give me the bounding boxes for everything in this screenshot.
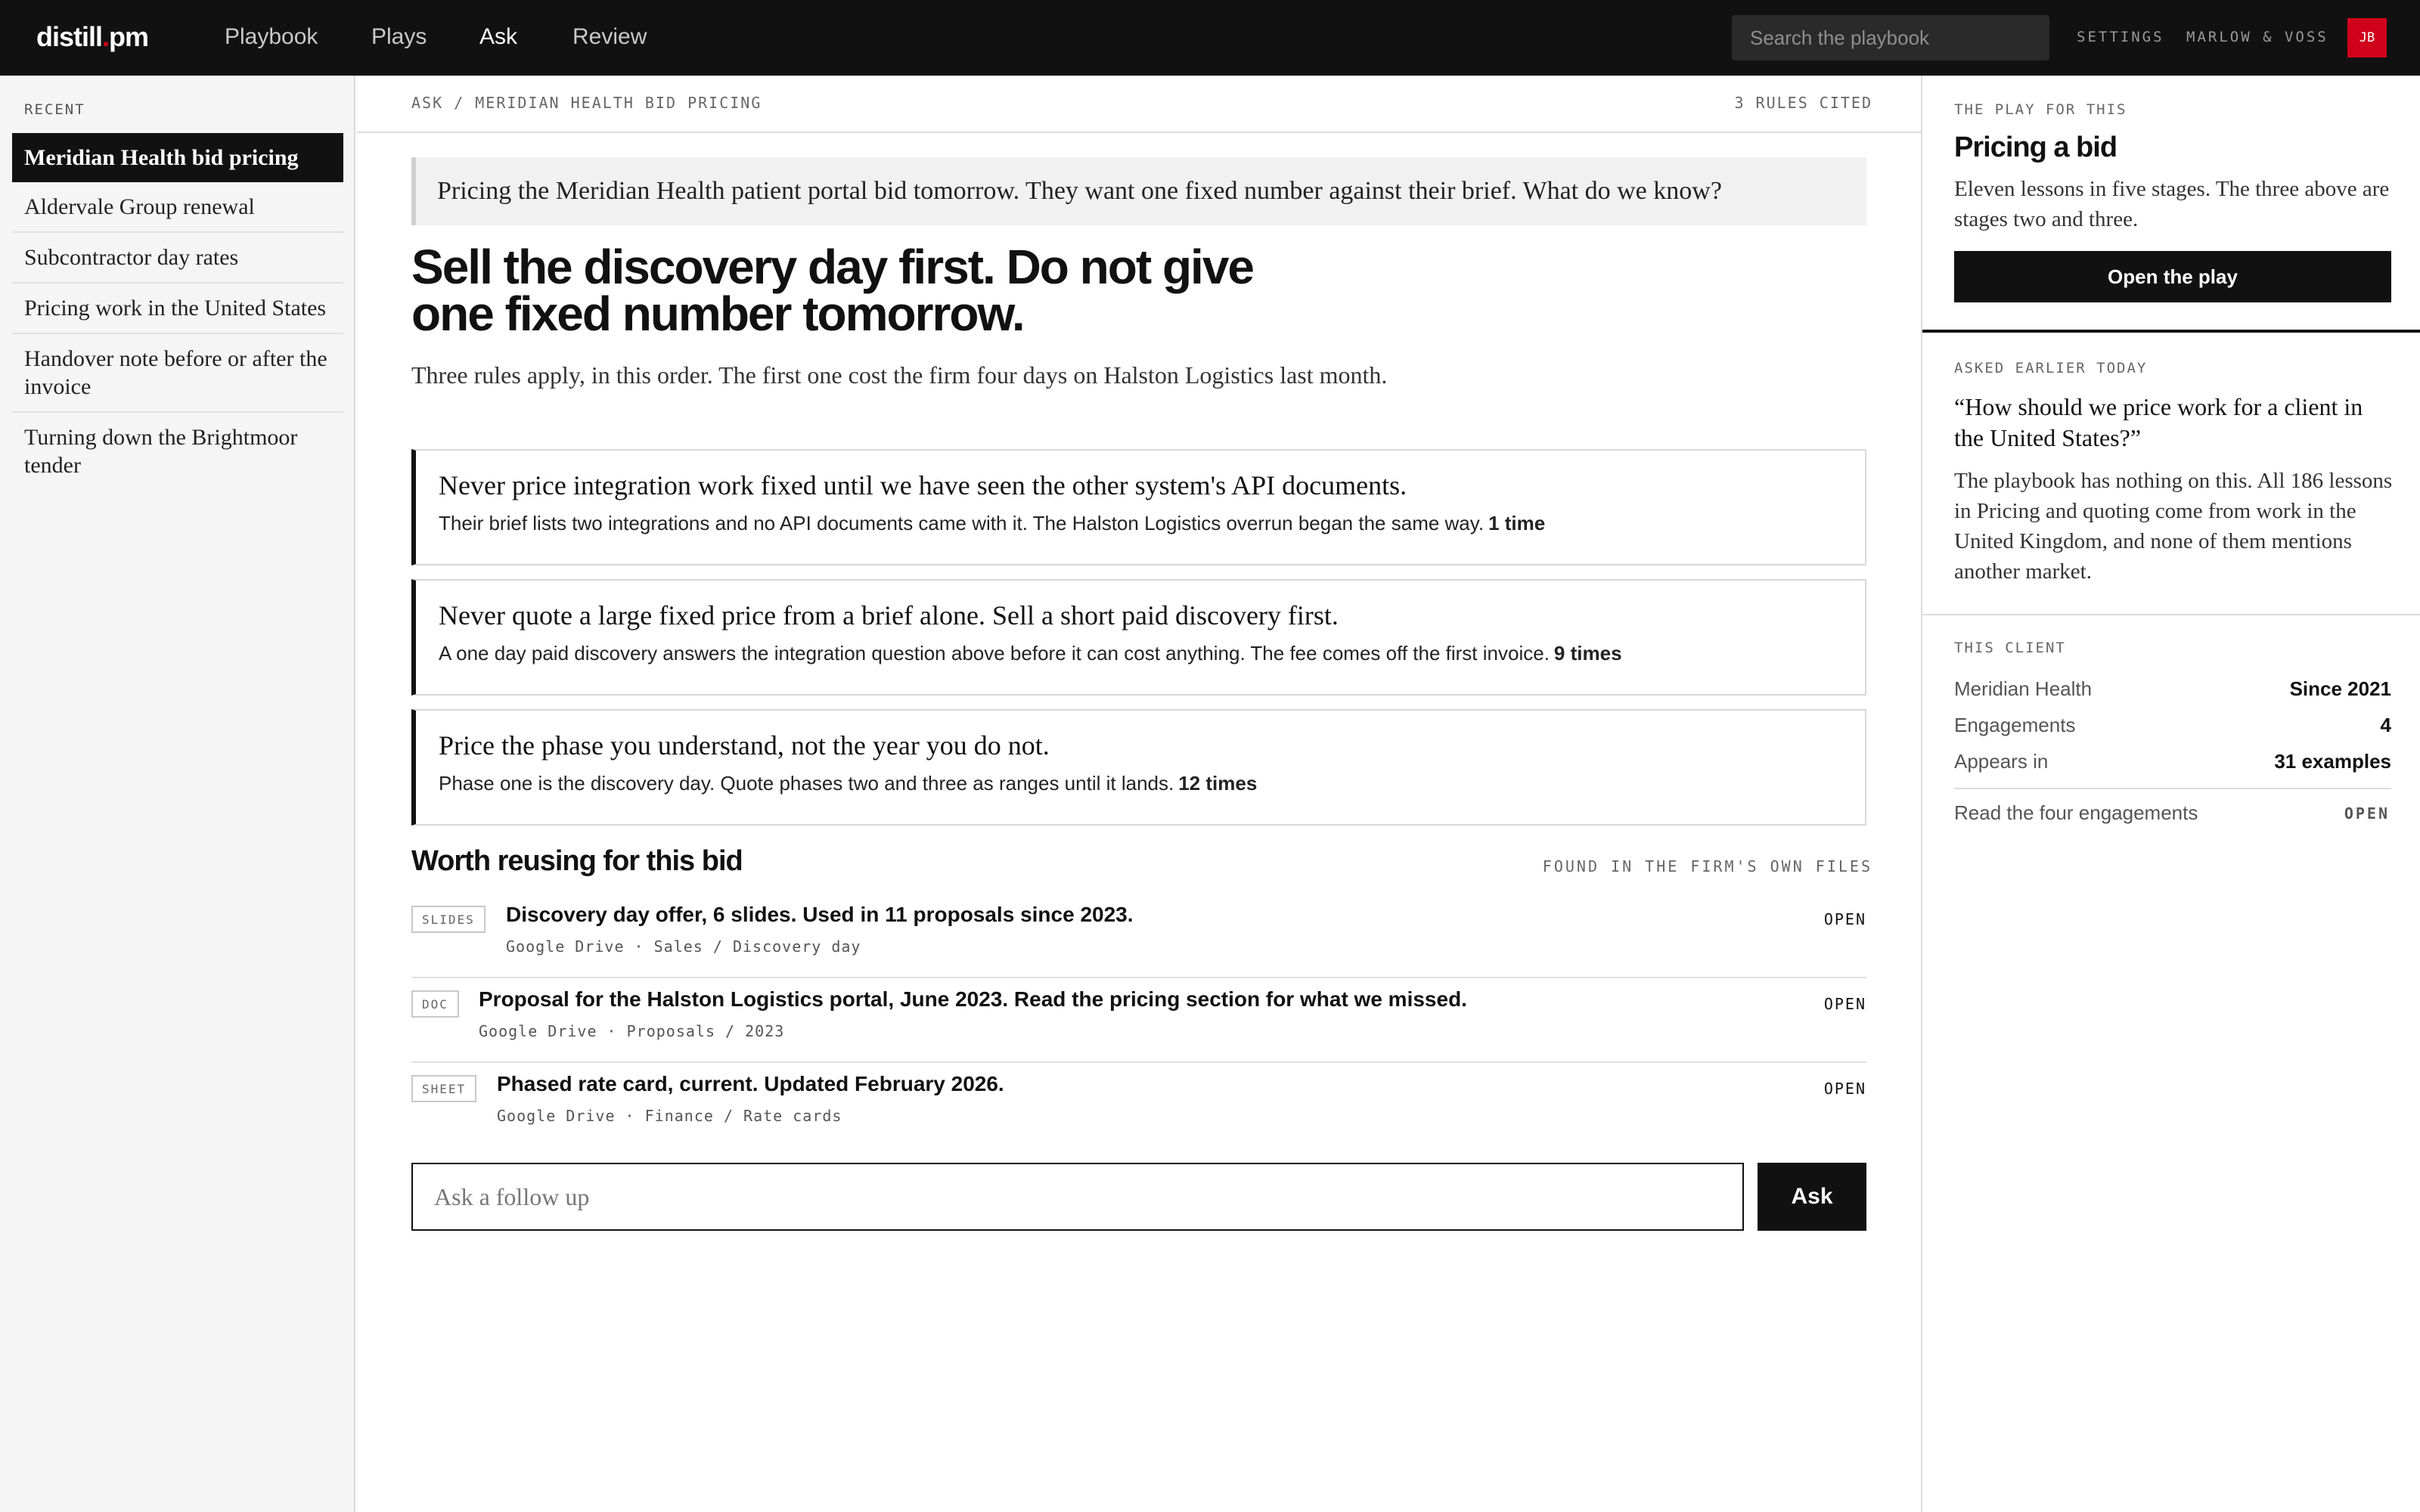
earlier-answer: The playbook has nothing on this. All 18… <box>1954 469 2393 584</box>
top-bar: distill.pm Playbook Plays Ask Review SET… <box>0 0 2420 76</box>
client-row-value: Since 2021 <box>2289 677 2391 700</box>
file-type-tag: SLIDES <box>411 906 486 933</box>
user-question: Pricing the Meridian Health patient port… <box>411 157 1866 225</box>
brand-suffix: pm <box>109 21 149 52</box>
file-path: Google Drive · Proposals / 2023 <box>479 1022 785 1040</box>
earlier-question[interactable]: “How should we price work for a client i… <box>1954 392 2393 454</box>
open-play-button[interactable]: Open the play <box>1954 251 2391 302</box>
rule-count: 1 time <box>1488 512 1546 534</box>
section-divider <box>1922 330 2420 333</box>
nav-ask[interactable]: Ask <box>479 24 517 50</box>
play-label: THE PLAY FOR THIS <box>1954 101 2127 118</box>
rule-card[interactable]: Never price integration work fixed until… <box>411 449 1866 565</box>
brand-logo[interactable]: distill.pm <box>36 21 149 53</box>
rule-title: Never quote a large fixed price from a b… <box>439 600 1339 631</box>
rule-detail-text: Phase one is the discovery day. Quote ph… <box>439 772 1174 795</box>
nav-playbook[interactable]: Playbook <box>225 24 318 50</box>
file-path: Google Drive · Sales / Discovery day <box>506 937 861 956</box>
followup-input[interactable] <box>413 1164 1742 1229</box>
file-title[interactable]: Proposal for the Halston Logistics porta… <box>479 987 1467 1012</box>
client-divider <box>1954 788 2391 789</box>
answer-panel: ASK / MERIDIAN HEALTH BID PRICING 3 RULE… <box>357 76 1921 1512</box>
reuse-source-note: FOUND IN THE FIRM'S OWN FILES <box>1542 857 1872 875</box>
rule-card[interactable]: Never quote a large fixed price from a b… <box>411 579 1866 696</box>
file-title[interactable]: Discovery day offer, 6 slides. Used in 1… <box>506 903 1134 927</box>
file-open-link[interactable]: OPEN <box>1824 910 1866 928</box>
file-type-tag: SHEET <box>411 1075 477 1102</box>
followup-box <box>411 1163 1744 1231</box>
client-row-key: Meridian Health <box>1954 677 2093 700</box>
nav-plays[interactable]: Plays <box>371 24 427 50</box>
settings-link[interactable]: SETTINGS <box>2077 29 2164 45</box>
breadcrumb-bar: ASK / MERIDIAN HEALTH BID PRICING 3 RULE… <box>357 76 1921 133</box>
rule-card[interactable]: Price the phase you understand, not the … <box>411 709 1866 826</box>
recent-item-meridian-health[interactable]: Meridian Health bid pricing <box>12 133 343 182</box>
play-description: Eleven lessons in five stages. The three… <box>1954 177 2390 231</box>
breadcrumb: ASK / MERIDIAN HEALTH BID PRICING <box>411 94 762 112</box>
earlier-label: ASKED EARLIER TODAY <box>1954 360 2148 376</box>
rule-detail: Their brief lists two integrations and n… <box>439 511 1865 535</box>
recent-item-brightmoor-tender[interactable]: Turning down the Brightmoor tender <box>12 413 343 490</box>
file-path: Google Drive · Finance / Rate cards <box>497 1107 842 1125</box>
play-title: Pricing a bid <box>1954 132 2118 163</box>
user-avatar[interactable]: JB <box>2347 18 2387 57</box>
recent-item-pricing-us[interactable]: Pricing work in the United States <box>12 284 343 334</box>
read-engagements-link[interactable]: Read the four engagements <box>1954 801 2198 825</box>
rule-count: 9 times <box>1553 642 1622 665</box>
client-row-key: Appears in <box>1954 750 2049 773</box>
file-row: DOC Proposal for the Halston Logistics p… <box>411 978 1866 1063</box>
recent-label: RECENT <box>24 101 85 118</box>
file-title[interactable]: Phased rate card, current. Updated Febru… <box>497 1072 1004 1096</box>
file-type-tag: DOC <box>411 990 459 1018</box>
rule-detail: A one day paid discovery answers the int… <box>439 641 1865 665</box>
rule-title: Never price integration work fixed until… <box>439 470 1407 500</box>
rule-title: Price the phase you understand, not the … <box>439 730 1050 761</box>
client-row-appears-in: Appears in 31 examples <box>1954 750 2391 786</box>
rules-cited-count: 3 RULES CITED <box>1734 94 1872 112</box>
recent-list: Meridian Health bid pricing Aldervale Gr… <box>12 133 343 490</box>
read-engagements-open[interactable]: OPEN <box>2344 804 2390 823</box>
file-row: SLIDES Discovery day offer, 6 slides. Us… <box>411 894 1866 978</box>
client-row-name: Meridian Health Since 2021 <box>1954 677 2391 714</box>
search-input[interactable] <box>1732 15 2049 60</box>
rule-count: 12 times <box>1178 772 1258 795</box>
nav-review[interactable]: Review <box>572 24 647 50</box>
client-label: THIS CLIENT <box>1954 640 2066 656</box>
client-row-value: 4 <box>2380 714 2391 736</box>
reuse-heading: Worth reusing for this bid <box>411 845 743 877</box>
file-open-link[interactable]: OPEN <box>1824 1080 1866 1098</box>
recent-sidebar: RECENT Meridian Health bid pricing Alder… <box>0 76 355 1512</box>
answer-headline: Sell the discovery day first. Do not giv… <box>411 240 1255 341</box>
client-row-value: 31 examples <box>2274 750 2391 773</box>
client-row-engagements: Engagements 4 <box>1954 714 2391 750</box>
rule-detail-text: A one day paid discovery answers the int… <box>439 642 1550 665</box>
file-open-link[interactable]: OPEN <box>1824 995 1866 1013</box>
recent-item-handover-note[interactable]: Handover note before or after the invoic… <box>12 334 343 413</box>
recent-item-subcontractor-rates[interactable]: Subcontractor day rates <box>12 233 343 284</box>
answer-lede: Three rules apply, in this order. The fi… <box>411 361 1388 389</box>
search-box <box>1732 15 2049 60</box>
recent-item-aldervale-renewal[interactable]: Aldervale Group renewal <box>12 182 343 233</box>
brand-dot: . <box>102 21 110 52</box>
client-row-key: Engagements <box>1954 714 2076 736</box>
firm-switcher[interactable]: MARLOW & VOSS <box>2186 29 2328 45</box>
ask-button[interactable]: Ask <box>1758 1163 1866 1231</box>
context-panel: THE PLAY FOR THIS Pricing a bid Eleven l… <box>1921 76 2420 1512</box>
file-row: SHEET Phased rate card, current. Updated… <box>411 1063 1866 1148</box>
rule-detail-text: Their brief lists two integrations and n… <box>439 512 1485 534</box>
brand-name: distill <box>36 21 103 52</box>
section-divider <box>1922 614 2420 615</box>
rule-detail: Phase one is the discovery day. Quote ph… <box>439 771 1865 795</box>
